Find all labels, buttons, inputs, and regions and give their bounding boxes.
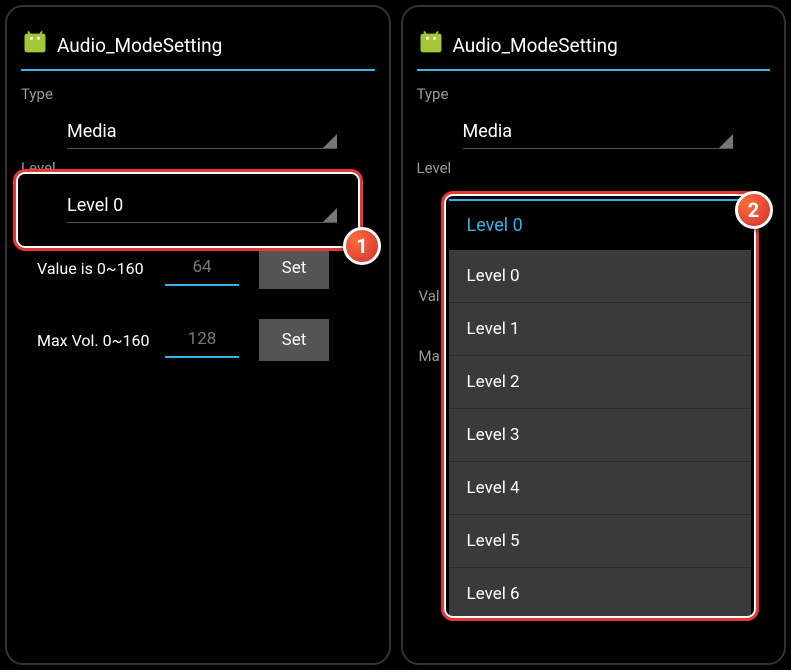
level-label: Level xyxy=(21,159,375,177)
maxvol-label: Max Vol. 0~160 xyxy=(37,331,155,350)
app-title: Audio_ModeSetting xyxy=(453,34,618,57)
level-label: Level xyxy=(417,159,771,177)
value-input[interactable] xyxy=(165,250,239,286)
level-spinner-value: Level 0 xyxy=(67,195,123,216)
type-spinner-value: Media xyxy=(67,121,117,142)
level-spinner[interactable]: Level 0 xyxy=(67,189,337,223)
type-label: Type xyxy=(21,85,375,103)
type-spinner-value: Media xyxy=(463,121,513,142)
dropdown-item[interactable]: Level 5 xyxy=(449,515,751,568)
type-spinner[interactable]: Media xyxy=(67,115,337,149)
maxvol-label-partial: Ma xyxy=(419,347,440,365)
badge-1: 1 xyxy=(343,227,381,265)
android-icon xyxy=(21,29,49,61)
type-spinner[interactable]: Media xyxy=(463,115,733,149)
app-title: Audio_ModeSetting xyxy=(57,34,222,57)
value-label: Value is 0~160 xyxy=(37,259,155,278)
badge-2: 2 xyxy=(735,191,773,229)
dropdown-item[interactable]: Level 0 xyxy=(449,250,751,303)
screen-left: Audio_ModeSetting Type Media Level Level… xyxy=(5,5,391,665)
value-label-partial: Val xyxy=(419,287,440,305)
maxvol-input[interactable] xyxy=(165,322,239,358)
app-header: Audio_ModeSetting xyxy=(417,29,771,71)
value-row: Value is 0~160 Set xyxy=(37,247,375,289)
screen-right: Audio_ModeSetting Type Media Level Val M… xyxy=(401,5,787,665)
dropdown-item[interactable]: Level 6 xyxy=(449,568,751,621)
maxvol-set-button[interactable]: Set xyxy=(259,319,329,361)
dropdown-header: Level 0 xyxy=(449,201,751,250)
dropdown-item[interactable]: Level 2 xyxy=(449,356,751,409)
dropdown-item[interactable]: Level 4 xyxy=(449,462,751,515)
app-header: Audio_ModeSetting xyxy=(21,29,375,71)
dropdown-item[interactable]: Level 1 xyxy=(449,303,751,356)
android-icon xyxy=(417,29,445,61)
type-label: Type xyxy=(417,85,771,103)
value-set-button[interactable]: Set xyxy=(259,247,329,289)
maxvol-row: Max Vol. 0~160 Set xyxy=(37,319,375,361)
dropdown-item[interactable]: Level 3 xyxy=(449,409,751,462)
level-dropdown: Level 0 Level 0 Level 1 Level 2 Level 3 … xyxy=(449,199,751,621)
